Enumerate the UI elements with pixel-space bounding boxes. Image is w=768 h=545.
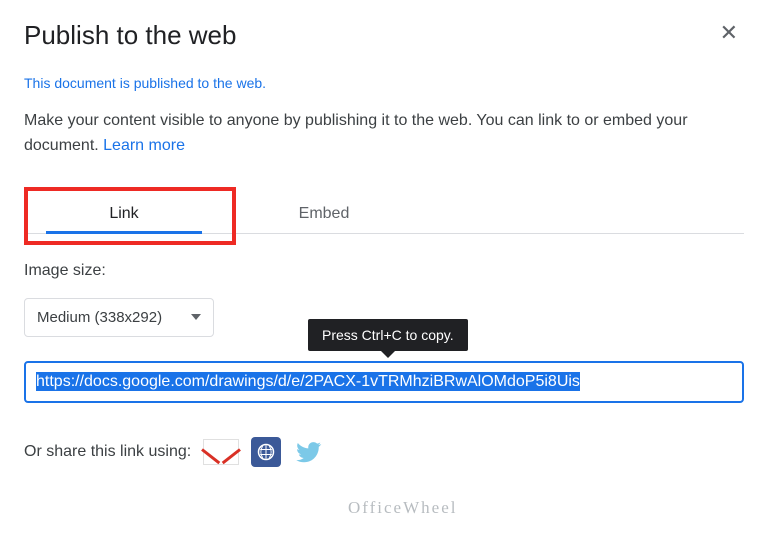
published-url-input[interactable]: https://docs.google.com/drawings/d/e/2PA… [24, 361, 744, 403]
publish-status-link[interactable]: This document is published to the web. [24, 75, 744, 91]
tab-embed[interactable]: Embed [224, 195, 424, 233]
image-size-select[interactable]: Medium (338x292) [24, 298, 214, 337]
gmail-icon[interactable] [203, 439, 239, 465]
dialog-title: Publish to the web [24, 20, 236, 51]
tabs-container: Link Embed [24, 195, 744, 234]
learn-more-link[interactable]: Learn more [103, 137, 185, 154]
tab-link[interactable]: Link [24, 195, 224, 233]
url-area: Press Ctrl+C to copy. https://docs.googl… [24, 361, 744, 403]
watermark-text: OfficeWheel [348, 498, 457, 518]
publish-dialog: Publish to the web ✕ This document is pu… [0, 0, 768, 487]
twitter-glyph-icon [294, 439, 324, 465]
facebook-glyph-icon [256, 442, 276, 462]
twitter-icon[interactable] [293, 437, 325, 467]
facebook-icon[interactable] [251, 437, 281, 467]
published-url-text: https://docs.google.com/drawings/d/e/2PA… [36, 372, 580, 391]
dialog-header: Publish to the web ✕ [24, 20, 744, 51]
close-icon[interactable]: ✕ [714, 20, 744, 46]
dialog-description: Make your content visible to anyone by p… [24, 109, 744, 159]
image-size-value: Medium (338x292) [37, 309, 162, 326]
tabs: Link Embed [24, 195, 744, 234]
chevron-down-icon [191, 314, 201, 320]
share-label: Or share this link using: [24, 443, 191, 461]
image-size-label: Image size: [24, 262, 744, 280]
copy-tooltip: Press Ctrl+C to copy. [308, 319, 468, 351]
share-row: Or share this link using: [24, 437, 744, 467]
